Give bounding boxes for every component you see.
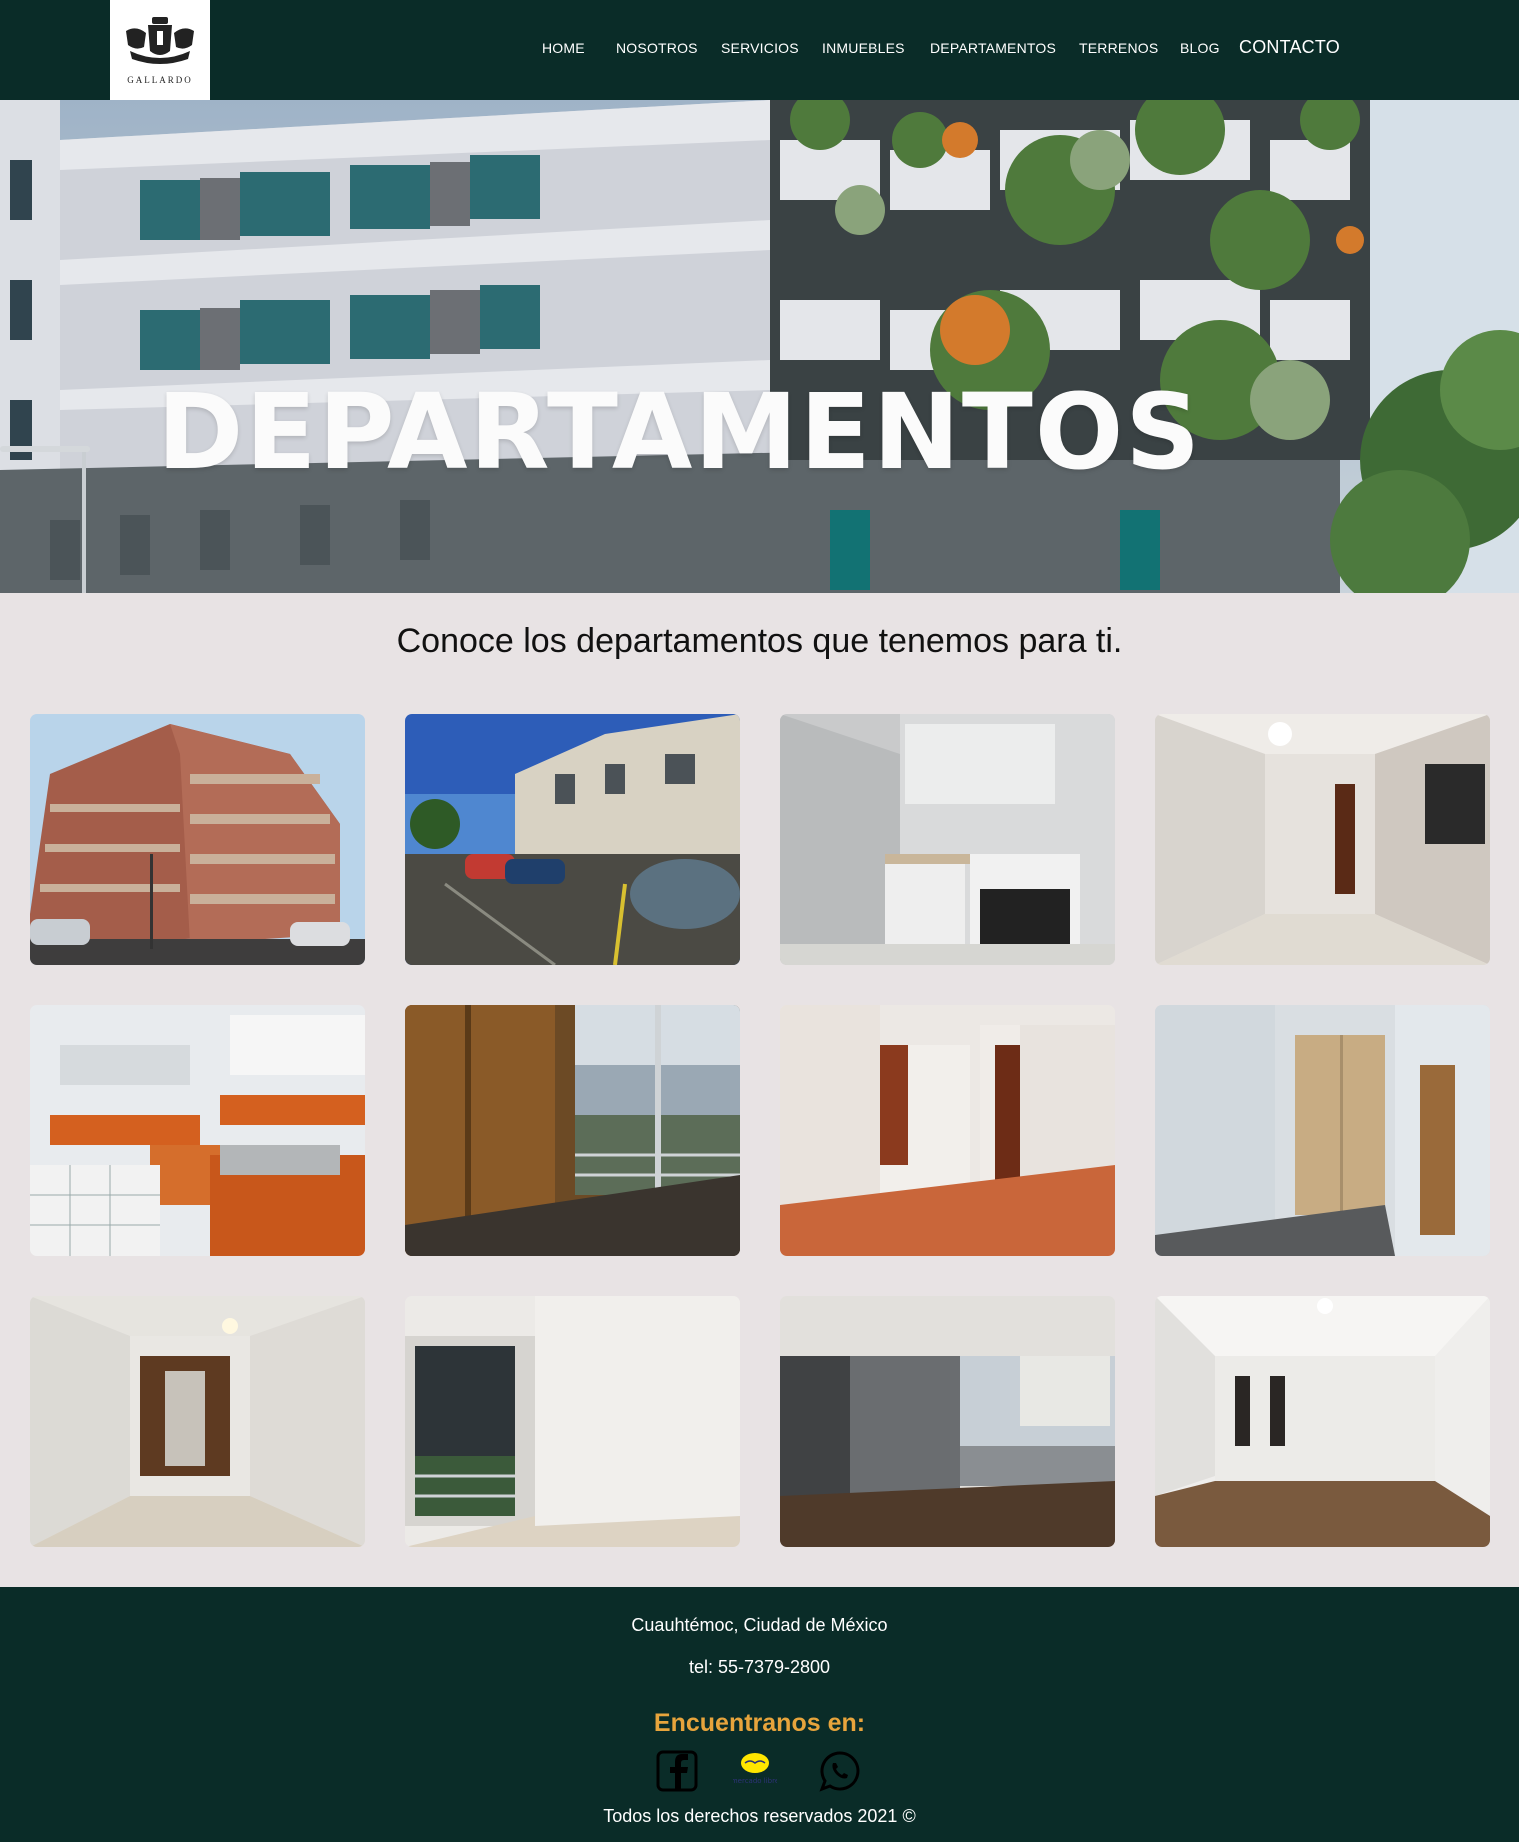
apartment-gallery	[30, 714, 1490, 1547]
footer-copyright: Todos los derechos reservados 2021 ©	[603, 1806, 916, 1826]
gallery-photo[interactable]	[780, 1296, 1115, 1547]
nav-nosotros[interactable]: NOSOTROS	[616, 40, 698, 56]
gallery-photo[interactable]	[780, 714, 1115, 965]
gallery-photo[interactable]	[405, 1296, 740, 1547]
empty-room-image	[1155, 1296, 1490, 1547]
footer-phone[interactable]: tel: 55-7379-2800	[0, 1657, 1519, 1678]
nav-servicios[interactable]: SERVICIOS	[721, 40, 799, 56]
social-links: mercado libre	[0, 1749, 1519, 1797]
gallery-photo[interactable]	[1155, 714, 1490, 965]
gallery-photo[interactable]	[1155, 1005, 1490, 1256]
mercado-libre-icon[interactable]: mercado libre	[731, 1749, 779, 1793]
gallery-photo[interactable]	[1155, 1296, 1490, 1547]
nav-inmuebles[interactable]: INMUEBLES	[822, 40, 905, 56]
footer-find-us: Encuentranos en:	[653, 1709, 866, 1737]
mercado-libre-text: mercado libre	[733, 1777, 777, 1785]
nav-terrenos[interactable]: TERRENOS	[1079, 40, 1158, 56]
gallery-photo[interactable]	[405, 714, 740, 965]
hero-banner: DEPARTAMENTOS	[0, 100, 1519, 593]
bedroom-wardrobe-image	[30, 1296, 365, 1547]
site-footer: Cuauhtémoc, Ciudad de México tel: 55-737…	[0, 1587, 1519, 1842]
building-exterior-image	[30, 714, 365, 965]
gallery-photo[interactable]	[30, 714, 365, 965]
gallery-photo[interactable]	[30, 1296, 365, 1547]
hero-title: DEPARTAMENTOS	[157, 371, 1203, 493]
main-nav: HOME NOSOTROS SERVICIOS INMUEBLES DEPART…	[0, 0, 1519, 100]
kitchen-orange-image	[30, 1005, 365, 1256]
kitchen-image	[780, 714, 1115, 965]
gallery-photo[interactable]	[780, 1005, 1115, 1256]
building-facade-image	[0, 100, 1519, 593]
room-glass-door-image	[405, 1296, 740, 1547]
bedroom-closet-image	[1155, 1005, 1490, 1256]
nav-contacto[interactable]: CONTACTO	[1239, 37, 1340, 58]
whatsapp-icon[interactable]	[818, 1749, 862, 1793]
facebook-icon[interactable]	[655, 1749, 699, 1793]
gallery-photo[interactable]	[405, 1005, 740, 1256]
section-heading: Conoce los departamentos que tenemos par…	[396, 622, 1123, 660]
parking-lot-image	[405, 714, 740, 965]
footer-location: Cuauhtémoc, Ciudad de México	[631, 1615, 888, 1635]
nav-blog[interactable]: BLOG	[1180, 40, 1220, 56]
room-balcony-image	[405, 1005, 740, 1256]
living-room-window-image	[780, 1296, 1115, 1547]
living-room-image	[780, 1005, 1115, 1256]
gallery-photo[interactable]	[30, 1005, 365, 1256]
site-header: GALLARDO HOME NOSOTROS SERVICIOS INMUEBL…	[0, 0, 1519, 100]
nav-home[interactable]: HOME	[542, 40, 585, 56]
hallway-image	[1155, 714, 1490, 965]
nav-departamentos[interactable]: DEPARTAMENTOS	[930, 40, 1056, 56]
